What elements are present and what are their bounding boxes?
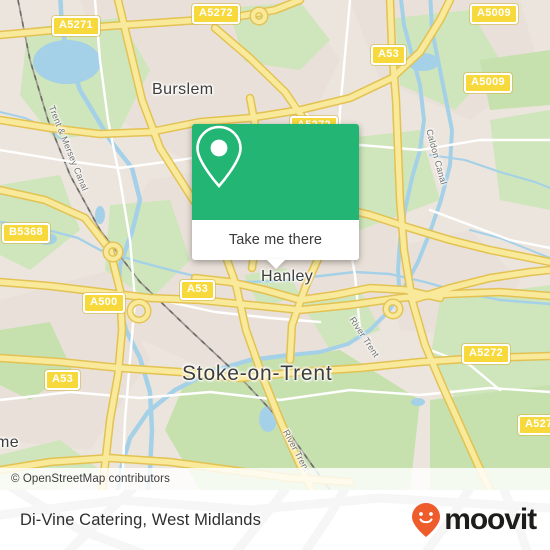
popup-header: [192, 124, 359, 220]
map-canvas[interactable]: Burslem Hanley Stoke-on-Trent me Trent &…: [0, 0, 550, 490]
road-shield[interactable]: A5272: [192, 4, 240, 24]
road-shield[interactable]: A500: [83, 293, 125, 313]
road-shield[interactable]: A53: [371, 45, 407, 65]
road-shield[interactable]: A5009: [464, 73, 512, 93]
road-shield[interactable]: A5272: [518, 415, 550, 435]
map-attribution-bar: © OpenStreetMap contributors: [0, 468, 550, 490]
moovit-logo[interactable]: moovit: [411, 502, 537, 538]
location-popup-card[interactable]: Take me there: [192, 124, 359, 269]
road-shield[interactable]: A53: [45, 370, 81, 390]
footer-bar: Di-Vine Catering, West Midlands moovit: [0, 490, 550, 550]
map-screenshot: Burslem Hanley Stoke-on-Trent me Trent &…: [0, 0, 550, 550]
moovit-pin-icon: [412, 503, 441, 537]
road-shield[interactable]: A5272: [462, 344, 510, 364]
take-me-there-label: Take me there: [228, 232, 323, 248]
road-shield[interactable]: A5009: [470, 4, 518, 24]
moovit-wordmark: moovit: [444, 503, 537, 536]
road-shield[interactable]: A53: [180, 280, 216, 300]
location-pin-icon: [196, 125, 242, 188]
take-me-there-button[interactable]: Take me there: [192, 220, 359, 269]
place-title: Di-Vine Catering, West Midlands: [20, 510, 261, 529]
road-shield[interactable]: B5368: [2, 223, 50, 243]
popup-pointer: [265, 259, 286, 269]
attribution-text[interactable]: © OpenStreetMap contributors: [0, 473, 170, 485]
road-shield[interactable]: A5271: [52, 16, 100, 36]
